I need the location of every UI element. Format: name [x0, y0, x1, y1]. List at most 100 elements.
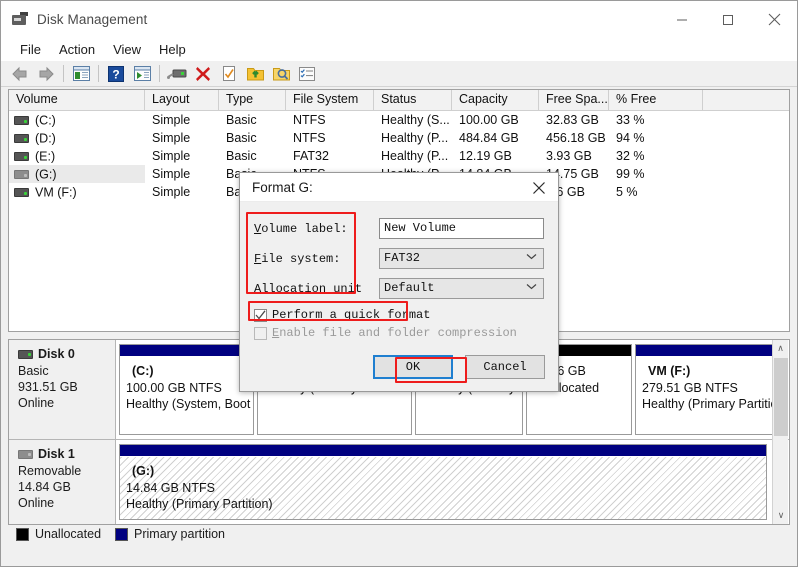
cell-percent-free: 5 % [616, 185, 638, 199]
table-row[interactable]: (D:) Simple Basic NTFS Healthy (P... 484… [9, 129, 789, 147]
column-header-file-system[interactable]: File System [286, 90, 374, 110]
column-header-capacity[interactable]: Capacity [452, 90, 539, 110]
partition-body: VM (F:) 279.51 GB NTFS Healthy (Primary … [636, 356, 784, 434]
detail-view-icon[interactable] [294, 62, 320, 86]
format-dialog-buttons: OK Cancel [373, 355, 545, 379]
cell-free-space: 32.83 GB [546, 113, 599, 127]
scrollbar-thumb[interactable] [774, 358, 788, 436]
close-icon[interactable] [520, 173, 558, 202]
cell-percent-free: 32 % [616, 149, 645, 163]
scroll-up-arrow-icon[interactable]: ∧ [773, 340, 788, 357]
minimize-button[interactable] [659, 1, 705, 38]
column-header-free-space[interactable]: Free Spa... [539, 90, 609, 110]
column-header-layout[interactable]: Layout [145, 90, 219, 110]
menu-item-action[interactable]: Action [50, 40, 104, 59]
legend-swatch-primary-partition [115, 527, 129, 541]
svg-text:?: ? [112, 67, 119, 81]
partition-body: (G:) 14.84 GB NTFS Healthy (Primary Part… [120, 456, 766, 519]
properties-icon[interactable] [216, 62, 242, 86]
partition-name: (G:) [132, 464, 155, 478]
cell-layout: Simple [152, 167, 191, 181]
checkbox-row-compression: Enable file and folder compression [254, 326, 544, 340]
volume-icon [14, 116, 29, 126]
quick-format-label: Perform a quick format [272, 308, 430, 322]
search-icon[interactable] [268, 62, 294, 86]
cell-file-system: NTFS [293, 113, 326, 127]
cell-capacity: 100.00 GB [459, 113, 519, 127]
cell-capacity: 12.19 GB [459, 149, 512, 163]
disk-info-0: Disk 0 Basic 931.51 GB Online [9, 340, 116, 439]
menu-item-help[interactable]: Help [150, 40, 195, 59]
show-hide-console-tree-icon[interactable] [68, 62, 94, 86]
column-header-status[interactable]: Status [374, 90, 452, 110]
legend-swatch-unallocated [16, 527, 29, 541]
help-icon[interactable]: ? [103, 62, 129, 86]
format-dialog-title-bar: Format G: [240, 173, 558, 202]
toolbar-separator [63, 65, 64, 82]
ok-button[interactable]: OK [373, 355, 453, 379]
cancel-button[interactable]: Cancel [465, 355, 545, 379]
allocation-unit-select[interactable]: Default [379, 278, 544, 299]
disk-size: 14.84 GB [18, 480, 71, 494]
label-allocation-unit-rest: llocation unit [261, 281, 363, 296]
cell-volume: (G:) [35, 167, 57, 182]
quick-format-checkbox[interactable] [254, 308, 267, 322]
checkbox-row-quick-format[interactable]: Perform a quick format [254, 308, 544, 322]
label-volume-label-rest: olume label: [261, 221, 348, 236]
file-system-selected-value: FAT32 [384, 251, 421, 265]
partition-body: (C:) 100.00 GB NTFS Healthy (System, Boo… [120, 356, 253, 434]
disk-block-1[interactable]: Disk 1 Removable 14.84 GB Online (G:) 14… [9, 440, 789, 524]
chevron-down-icon [526, 249, 537, 268]
chevron-down-icon [526, 279, 537, 298]
partition-g[interactable]: (G:) 14.84 GB NTFS Healthy (Primary Part… [119, 444, 767, 520]
scroll-down-arrow-icon[interactable]: ∨ [773, 507, 789, 524]
toolbar-separator [98, 65, 99, 82]
title-bar: Disk Management [1, 1, 797, 38]
delete-icon[interactable] [190, 62, 216, 86]
back-icon[interactable] [7, 62, 33, 86]
volume-label-input[interactable]: New Volume [379, 218, 544, 239]
partition-color-bar [120, 345, 253, 356]
cell-percent-free: 99 % [616, 167, 645, 181]
export-list-icon[interactable] [242, 62, 268, 86]
partition-f[interactable]: VM (F:) 279.51 GB NTFS Healthy (Primary … [635, 344, 785, 435]
table-row[interactable]: (C:) Simple Basic NTFS Healthy (S... 100… [9, 111, 789, 129]
forward-icon[interactable] [33, 62, 59, 86]
show-hide-action-pane-icon[interactable] [129, 62, 155, 86]
close-button[interactable] [751, 1, 797, 38]
column-header-type[interactable]: Type [219, 90, 286, 110]
disk-status: Online [18, 496, 55, 510]
compression-label-rest: nable file and folder compression [279, 326, 517, 340]
field-row-file-system: File system: FAT32 [254, 248, 544, 269]
maximize-button[interactable] [705, 1, 751, 38]
file-system-select[interactable]: FAT32 [379, 248, 544, 269]
field-row-allocation-unit: Allocation unit Default [254, 278, 544, 299]
format-dialog-body: Volume label: New Volume File system: FA… [240, 202, 558, 340]
volume-icon [14, 152, 29, 162]
cell-volume: (C:) [35, 113, 56, 128]
disk-pane-scrollbar[interactable]: ∧ ∨ [772, 340, 788, 524]
partition-size-fs: 100.00 GB NTFS [126, 380, 222, 395]
column-header-percent-free[interactable]: % Free [609, 90, 703, 110]
cell-free-space: 3.93 GB [546, 149, 592, 163]
cell-layout: Simple [152, 149, 191, 163]
disk-icon [18, 349, 33, 359]
disk-name: Disk 1 [38, 447, 75, 461]
partition-c[interactable]: (C:) 100.00 GB NTFS Healthy (System, Boo… [119, 344, 254, 435]
column-header-volume[interactable]: Volume [9, 90, 145, 110]
format-dialog-title: Format G: [252, 179, 313, 195]
check-icon [255, 310, 266, 320]
window-controls [659, 1, 797, 38]
cell-layout: Simple [152, 131, 191, 145]
legend-item-primary-partition: Primary partition [115, 527, 225, 541]
rescan-disks-icon[interactable] [164, 62, 190, 86]
disk-size: 931.51 GB [18, 380, 78, 394]
cell-volume: (E:) [35, 149, 56, 164]
partition-status: Healthy (Primary Partition) [126, 497, 273, 511]
menu-item-view[interactable]: View [104, 40, 150, 59]
table-row[interactable]: (E:) Simple Basic FAT32 Healthy (P... 12… [9, 147, 789, 165]
partition-status: Healthy (System, Boot [126, 397, 251, 411]
cell-type: Basic [226, 149, 257, 163]
menu-item-file[interactable]: File [11, 40, 50, 59]
menu-bar: File Action View Help [1, 38, 797, 61]
